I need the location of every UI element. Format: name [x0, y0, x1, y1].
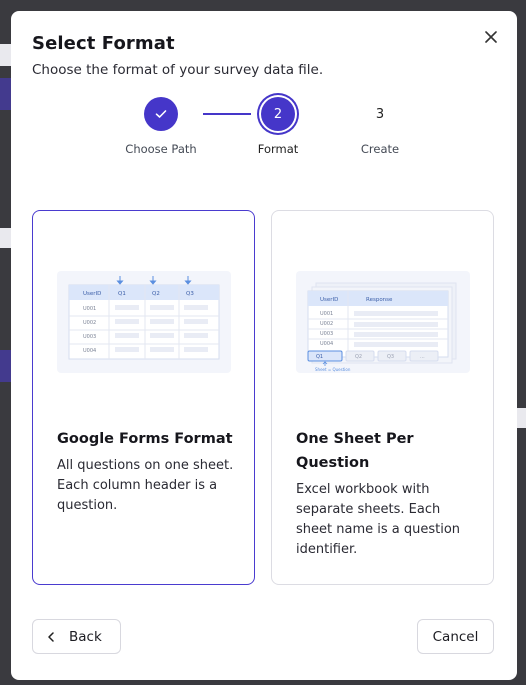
step-number-badge: 3 — [375, 106, 385, 122]
illus-header: Q1 — [118, 291, 126, 297]
step-label: Create — [360, 142, 400, 156]
dialog-title: Select Format — [32, 33, 175, 54]
back-button[interactable]: Back — [32, 619, 121, 654]
illus-header: Q3 — [186, 291, 194, 297]
chevron-left-icon — [48, 631, 54, 642]
single-sheet-table-icon: UserID Q1 Q2 Q3 U001 U002 U003 U004 — [68, 276, 220, 360]
step-label: Choose Path — [125, 142, 197, 156]
card-title: Google Forms Format — [57, 431, 233, 447]
illus-header: UserID — [320, 297, 338, 303]
illus-caption: Sheet = Question — [315, 367, 351, 372]
illus-sheet-tab: ... — [420, 354, 425, 360]
stepper-connector — [203, 113, 251, 115]
illus-header: Q2 — [152, 291, 160, 297]
select-format-dialog: Select Format Choose the format of your … — [11, 11, 517, 680]
illus-row-id: U003 — [83, 334, 96, 340]
illus-sheet-tab: Q1 — [316, 354, 323, 360]
sheet-per-question-illustration: UserID Response U001 U002 U003 U004 Q1 Q… — [296, 271, 470, 373]
step-choose-path: Choose Path — [123, 97, 199, 156]
google-forms-illustration: UserID Q1 Q2 Q3 U001 U002 U003 U004 — [57, 271, 231, 373]
dialog-subtitle: Choose the format of your survey data fi… — [32, 62, 324, 78]
illus-row-id: U003 — [320, 331, 333, 337]
multi-sheet-table-icon: UserID Response U001 U002 U003 U004 Q1 Q… — [307, 282, 457, 372]
card-description: All questions on one sheet. Each column … — [57, 458, 234, 513]
illus-row-id: U002 — [320, 321, 333, 327]
step-create: 3 Create — [350, 97, 410, 157]
check-icon — [155, 110, 167, 118]
illus-row-id: U004 — [83, 348, 96, 354]
step-complete-indicator — [144, 97, 178, 131]
illus-row-id: U001 — [83, 306, 96, 312]
illus-sheet-tab: Q2 — [355, 354, 362, 360]
card-title: One Sheet Per Question — [296, 431, 414, 471]
illus-row-id: U002 — [83, 320, 96, 326]
illus-sheet-tab: Q3 — [387, 354, 394, 360]
cancel-button-label: Cancel — [432, 628, 479, 645]
close-button[interactable] — [481, 27, 501, 47]
back-button-label: Back — [69, 628, 102, 645]
format-option-google-forms[interactable]: UserID Q1 Q2 Q3 U001 U002 U003 U004 Goog… — [32, 210, 255, 585]
step-format: 2 Format — [248, 97, 308, 156]
step-label: Format — [257, 142, 299, 156]
illus-header: UserID — [83, 291, 101, 297]
cancel-button[interactable]: Cancel — [417, 619, 494, 654]
step-number-badge: 2 — [261, 97, 295, 131]
illus-header: Response — [366, 297, 393, 303]
card-description: Excel workbook with separate sheets. Eac… — [296, 482, 461, 557]
close-icon — [485, 31, 497, 43]
illus-row-id: U004 — [320, 341, 333, 347]
format-option-sheet-per-question[interactable]: UserID Response U001 U002 U003 U004 Q1 Q… — [271, 210, 494, 585]
illus-row-id: U001 — [320, 311, 333, 317]
